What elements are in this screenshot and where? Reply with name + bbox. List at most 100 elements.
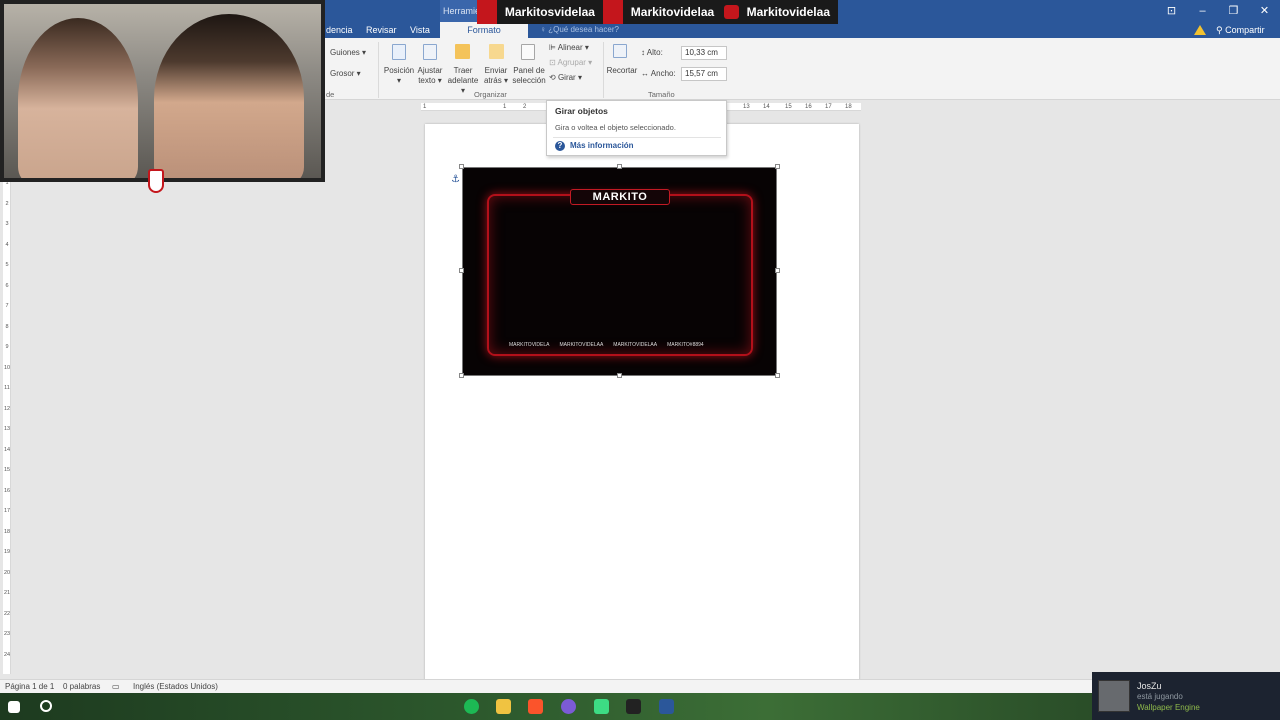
alto-label-text: Alto: (646, 48, 663, 57)
ruler-tick: 22 (3, 610, 11, 617)
panel-label-1: Panel de (513, 66, 545, 75)
group-label-organizar: Organizar (474, 90, 507, 99)
ruler-tick: 20 (3, 569, 11, 576)
ruler-tick: 7 (5, 303, 9, 309)
tab-referencias[interactable]: dencia (326, 22, 366, 38)
ruler-tick: 14 (3, 446, 11, 453)
webcam-person (18, 18, 138, 178)
ruler-tick: 1 (503, 104, 507, 110)
rotate-icon: ⟲ (549, 73, 558, 82)
ruler-tick: 13 (3, 426, 11, 432)
ruler-tick: 11 (4, 385, 10, 391)
ajustar-texto-button[interactable]: Ajustar texto ▾ (415, 66, 445, 86)
ruler-tick: 18 (845, 104, 852, 110)
taskbar (0, 693, 1280, 720)
ribbon-display-options-button[interactable]: ⊡ (1156, 0, 1187, 22)
word-icon[interactable] (659, 699, 674, 714)
banner-handle: Markitovidelaa (746, 5, 830, 19)
alinear-button[interactable]: ⊫ Alinear ▾ (549, 43, 589, 53)
posicion-button[interactable]: Posición ▾ (383, 66, 415, 86)
file-explorer-icon[interactable] (496, 699, 511, 714)
ruler-tick: 2 (523, 104, 527, 110)
friend-name: JosZu (1137, 681, 1162, 691)
person-icon: ⚲ (1216, 25, 1226, 35)
resize-handle[interactable] (617, 373, 622, 378)
banner-handle: Markitovidelaa (630, 5, 715, 19)
ruler-tick: 13 (743, 104, 750, 110)
tab-vista[interactable]: Vista (410, 22, 438, 38)
resize-handle[interactable] (459, 373, 464, 378)
ruler-tick: 15 (3, 467, 11, 473)
ruler-tick: 8 (5, 323, 9, 330)
panel-seleccion-button[interactable]: Panel de selección (511, 66, 547, 86)
tooltip-title: Girar objetos (555, 106, 608, 116)
traer-label-1: Traer (453, 66, 473, 75)
more-info-link[interactable]: Más información (570, 141, 634, 150)
restore-button[interactable]: ❐ (1218, 0, 1249, 22)
tab-formato[interactable]: Formato (440, 22, 528, 38)
alinear-label: Alinear (557, 43, 583, 52)
ruler-tick: 2 (5, 200, 9, 207)
resize-handle[interactable] (459, 164, 464, 169)
ruler-tick: 10 (3, 364, 11, 371)
app-icon[interactable] (594, 699, 609, 714)
brave-icon[interactable] (528, 699, 543, 714)
width-icon: ↔ (641, 69, 651, 78)
ruler-tick: 1 (423, 104, 427, 110)
selection-pane-icon (521, 44, 535, 60)
ajustar-label-1: Ajustar (417, 66, 443, 75)
proofing-icon[interactable]: ▭ (112, 682, 120, 691)
ruler-tick: 18 (3, 528, 11, 535)
spotify-icon[interactable] (464, 699, 479, 714)
windows-start-icon[interactable] (8, 701, 20, 713)
ruler-tick: 4 (5, 241, 9, 248)
warning-icon[interactable] (1194, 25, 1206, 35)
posicion-label: Posición (383, 66, 415, 75)
help-icon: ? (555, 141, 565, 151)
send-backward-icon (489, 44, 504, 59)
status-bar: Página 1 de 1 0 palabras ▭ Inglés (Estad… (0, 679, 1280, 693)
word-count[interactable]: 0 palabras (63, 682, 100, 691)
tell-me-placeholder: ¿Qué desea hacer? (548, 25, 619, 34)
resize-handle[interactable] (617, 164, 622, 169)
ruler-tick: 16 (3, 487, 11, 494)
enviar-atras-button[interactable]: Enviar atrás ▾ (481, 66, 511, 86)
recortar-button[interactable]: Recortar (606, 66, 638, 76)
search-icon[interactable] (40, 700, 52, 712)
girar-button[interactable]: ⟲ Girar ▾ (549, 73, 582, 83)
instagram-handle: MARKITOVIDELAA (559, 342, 604, 348)
overlay-image[interactable]: MARKITO MARKITOVIDELA MARKITOVIDELAA MAR… (462, 167, 777, 376)
epic-games-icon[interactable] (626, 699, 641, 714)
stream-banner: Markitosvidelaa Markitovidelaa Markitovi… (477, 0, 838, 24)
ruler-tick: 17 (825, 104, 832, 110)
share-button[interactable]: ⚲ Compartir (1216, 22, 1265, 38)
resize-handle[interactable] (775, 268, 780, 273)
tab-revisar[interactable]: Revisar (366, 22, 404, 38)
page-count[interactable]: Página 1 de 1 (5, 682, 54, 691)
avatar (1098, 680, 1130, 712)
panel-label-2: selección (512, 76, 546, 85)
twitter-icon (477, 0, 497, 24)
grosor-button[interactable]: Grosor ▾ (330, 69, 361, 79)
ruler-tick: 21 (3, 590, 11, 596)
alto-input[interactable]: 10,33 cm (681, 46, 727, 60)
vertical-ruler[interactable]: 1 2 3 4 5 6 7 8 9 10 11 12 13 14 15 16 17 18 19 20 21 22 23 24 (3, 176, 11, 674)
ancho-input[interactable]: 15,57 cm (681, 67, 727, 81)
resize-handle[interactable] (775, 164, 780, 169)
steam-notification[interactable]: JosZu está jugando Wallpaper Engine (1092, 672, 1280, 720)
tell-me-search[interactable]: ♀ ¿Qué desea hacer? (540, 23, 619, 37)
ruler-tick: 12 (3, 405, 11, 412)
neon-frame (487, 194, 753, 356)
resize-handle[interactable] (775, 373, 780, 378)
minimize-button[interactable]: – (1187, 0, 1218, 22)
close-button[interactable]: ✕ (1249, 0, 1280, 22)
resize-handle[interactable] (459, 268, 464, 273)
webcam-overlay (0, 0, 325, 182)
app-icon[interactable] (561, 699, 576, 714)
rotate-tooltip: Girar objetos Gira o voltea el objeto se… (546, 100, 727, 156)
agrupar-button[interactable]: ⊡ Agrupar ▾ (549, 58, 592, 68)
position-icon (392, 44, 406, 60)
language-indicator[interactable]: Inglés (Estados Unidos) (133, 682, 218, 691)
guiones-label: Guiones (330, 48, 360, 57)
guiones-button[interactable]: Guiones ▾ (330, 48, 366, 58)
